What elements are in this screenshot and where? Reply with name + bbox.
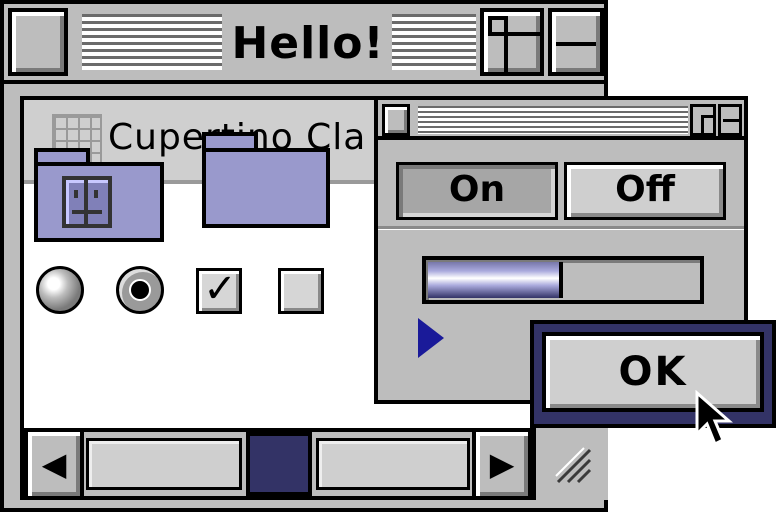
scroll-thumb[interactable] [246,432,312,496]
progress-fill [428,262,563,298]
dialog-titlebar-stripes [418,106,688,134]
scroll-left-button[interactable]: ◀ [28,432,84,496]
zoom-box-button[interactable] [480,8,544,76]
scroll-track[interactable] [316,438,470,490]
close-box-button[interactable] [8,8,68,76]
titlebar-stripes-right [392,14,476,70]
scroll-right-button[interactable]: ▶ [472,432,528,496]
window-title: Hello! [231,18,385,69]
scroll-track[interactable] [86,438,242,490]
arrow-right-icon: ▶ [489,445,515,483]
dialog-titlebar[interactable] [378,100,744,140]
finder-face-mouth [72,210,102,214]
mouse-pointer-icon [695,390,733,447]
finder-face-eye [74,190,78,198]
zoom-icon [701,115,715,133]
checkbox-unchecked[interactable] [278,268,324,314]
zoom-icon-inner [488,16,508,36]
dialog-collapse-box-button[interactable] [718,104,742,136]
radio-button-unselected[interactable] [36,266,84,314]
finder-face-eye [94,190,98,198]
finder-face-split [84,180,88,224]
disclosure-triangle-icon[interactable] [418,318,444,358]
segment-on-button[interactable]: On [396,162,558,220]
check-mark-icon: ✓ [203,266,237,312]
finder-face-icon [62,176,112,228]
segment-off-button[interactable]: Off [564,162,726,220]
zoom-icon [504,32,544,76]
grow-icon [555,447,592,484]
folder-icon[interactable] [202,148,330,228]
checkbox-checked[interactable]: ✓ [196,266,242,314]
radio-dot [129,279,151,301]
progress-bar [422,256,704,304]
dialog-zoom-box-button[interactable] [690,104,716,136]
collapse-box-button[interactable] [548,8,604,76]
on-off-segmented-control: On Off [392,158,732,224]
resize-grow-box[interactable] [536,428,608,500]
horizontal-scrollbar[interactable]: ◀ ▶ [24,428,532,500]
arrow-left-icon: ◀ [41,445,67,483]
collapse-icon [723,119,739,122]
dialog-close-box-button[interactable] [382,104,410,136]
collapse-icon [556,42,596,46]
titlebar-stripes-left [82,14,222,70]
main-titlebar[interactable]: Hello! [4,4,604,84]
separator [378,226,744,230]
radio-button-selected[interactable] [116,266,164,314]
